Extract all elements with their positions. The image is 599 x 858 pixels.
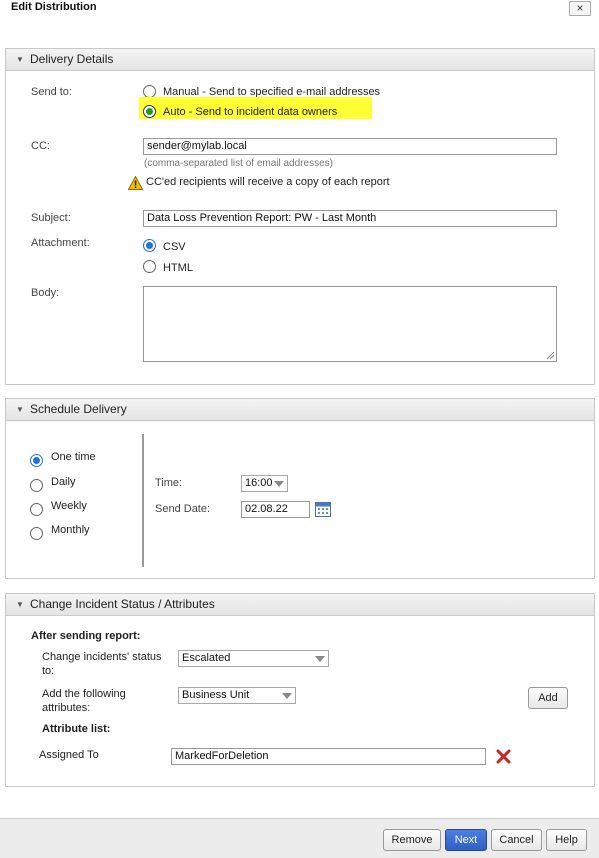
body-label: Body: xyxy=(31,287,60,299)
send-date-label: Send Date: xyxy=(155,503,211,515)
delivery-details-header[interactable]: ▼ Delivery Details xyxy=(6,49,594,71)
send-date-input[interactable]: 02.08.22 xyxy=(241,501,310,518)
attribute-name-label: Assigned To xyxy=(39,749,99,761)
subject-label: Subject: xyxy=(31,212,71,224)
collapse-triangle-icon[interactable]: ▼ xyxy=(16,594,24,615)
time-select[interactable]: 16:00 xyxy=(241,475,288,492)
collapse-triangle-icon[interactable]: ▼ xyxy=(16,49,24,70)
schedule-one-time-radio[interactable] xyxy=(30,454,43,467)
attachment-label: Attachment: xyxy=(31,237,90,249)
change-status-label-line2: to: xyxy=(42,665,55,677)
status-select[interactable]: Escalated xyxy=(178,650,329,667)
delivery-details-title: Delivery Details xyxy=(30,52,114,66)
attribute-select-value: Business Unit xyxy=(182,689,250,701)
schedule-divider xyxy=(142,434,144,567)
chevron-down-icon xyxy=(282,693,292,699)
schedule-monthly-label[interactable]: Monthly xyxy=(51,524,90,536)
add-attributes-label-line2: attributes: xyxy=(42,702,91,714)
send-auto-radio[interactable] xyxy=(143,105,156,118)
send-auto-label[interactable]: Auto - Send to incident data owners xyxy=(163,106,337,118)
time-label: Time: xyxy=(155,477,183,489)
change-status-title: Change Incident Status / Attributes xyxy=(30,597,215,611)
cc-label: CC: xyxy=(31,140,50,152)
chevron-down-icon xyxy=(315,656,325,662)
attachment-csv-label[interactable]: CSV xyxy=(163,241,186,253)
cc-hint: (comma-separated list of email addresses… xyxy=(144,158,333,169)
schedule-monthly-radio[interactable] xyxy=(30,527,43,540)
close-button[interactable]: × xyxy=(569,1,591,16)
schedule-weekly-radio[interactable] xyxy=(30,503,43,516)
collapse-triangle-icon[interactable]: ▼ xyxy=(16,399,24,420)
attribute-list-label: Attribute list: xyxy=(42,723,111,735)
add-attribute-button[interactable]: Add xyxy=(528,687,568,709)
attribute-value-input[interactable]: MarkedForDeletion xyxy=(171,748,486,765)
schedule-daily-label[interactable]: Daily xyxy=(51,476,75,488)
after-sending-label: After sending report: xyxy=(31,630,141,642)
attribute-select[interactable]: Business Unit xyxy=(178,687,296,704)
remove-button[interactable]: Remove xyxy=(383,829,441,851)
attachment-csv-radio[interactable] xyxy=(143,239,156,252)
dialog-title: Edit Distribution xyxy=(11,1,97,13)
cc-input[interactable]: sender@mylab.local xyxy=(143,138,557,155)
calendar-icon[interactable] xyxy=(315,501,332,518)
body-textarea[interactable] xyxy=(143,286,557,362)
delete-attribute-icon[interactable] xyxy=(496,749,511,764)
add-attributes-label-line1: Add the following xyxy=(42,688,126,700)
cc-warning-text: CC'ed recipients will receive a copy of … xyxy=(146,176,390,188)
schedule-delivery-title: Schedule Delivery xyxy=(30,402,127,416)
warning-icon xyxy=(127,175,144,190)
subject-input[interactable]: Data Loss Prevention Report: PW - Last M… xyxy=(143,210,557,227)
time-select-value: 16:00 xyxy=(245,477,273,489)
help-button[interactable]: Help xyxy=(546,829,587,851)
schedule-delivery-header[interactable]: ▼ Schedule Delivery xyxy=(6,399,594,421)
chevron-down-icon xyxy=(274,481,284,487)
cancel-button[interactable]: Cancel xyxy=(491,829,542,851)
schedule-one-time-label[interactable]: One time xyxy=(51,451,96,463)
change-status-label-line1: Change incidents' status xyxy=(42,651,162,663)
dialog-footer: Remove Next Cancel Help xyxy=(0,818,599,858)
resize-grip-icon[interactable] xyxy=(546,351,555,360)
schedule-daily-radio[interactable] xyxy=(30,479,43,492)
attachment-html-radio[interactable] xyxy=(143,260,156,273)
change-status-header[interactable]: ▼ Change Incident Status / Attributes xyxy=(6,594,594,616)
next-button[interactable]: Next xyxy=(445,829,487,851)
send-to-label: Send to: xyxy=(31,86,72,98)
schedule-weekly-label[interactable]: Weekly xyxy=(51,500,87,512)
schedule-delivery-panel: ▼ Schedule Delivery xyxy=(5,398,595,579)
attachment-html-label[interactable]: HTML xyxy=(163,262,193,274)
status-select-value: Escalated xyxy=(182,652,231,664)
